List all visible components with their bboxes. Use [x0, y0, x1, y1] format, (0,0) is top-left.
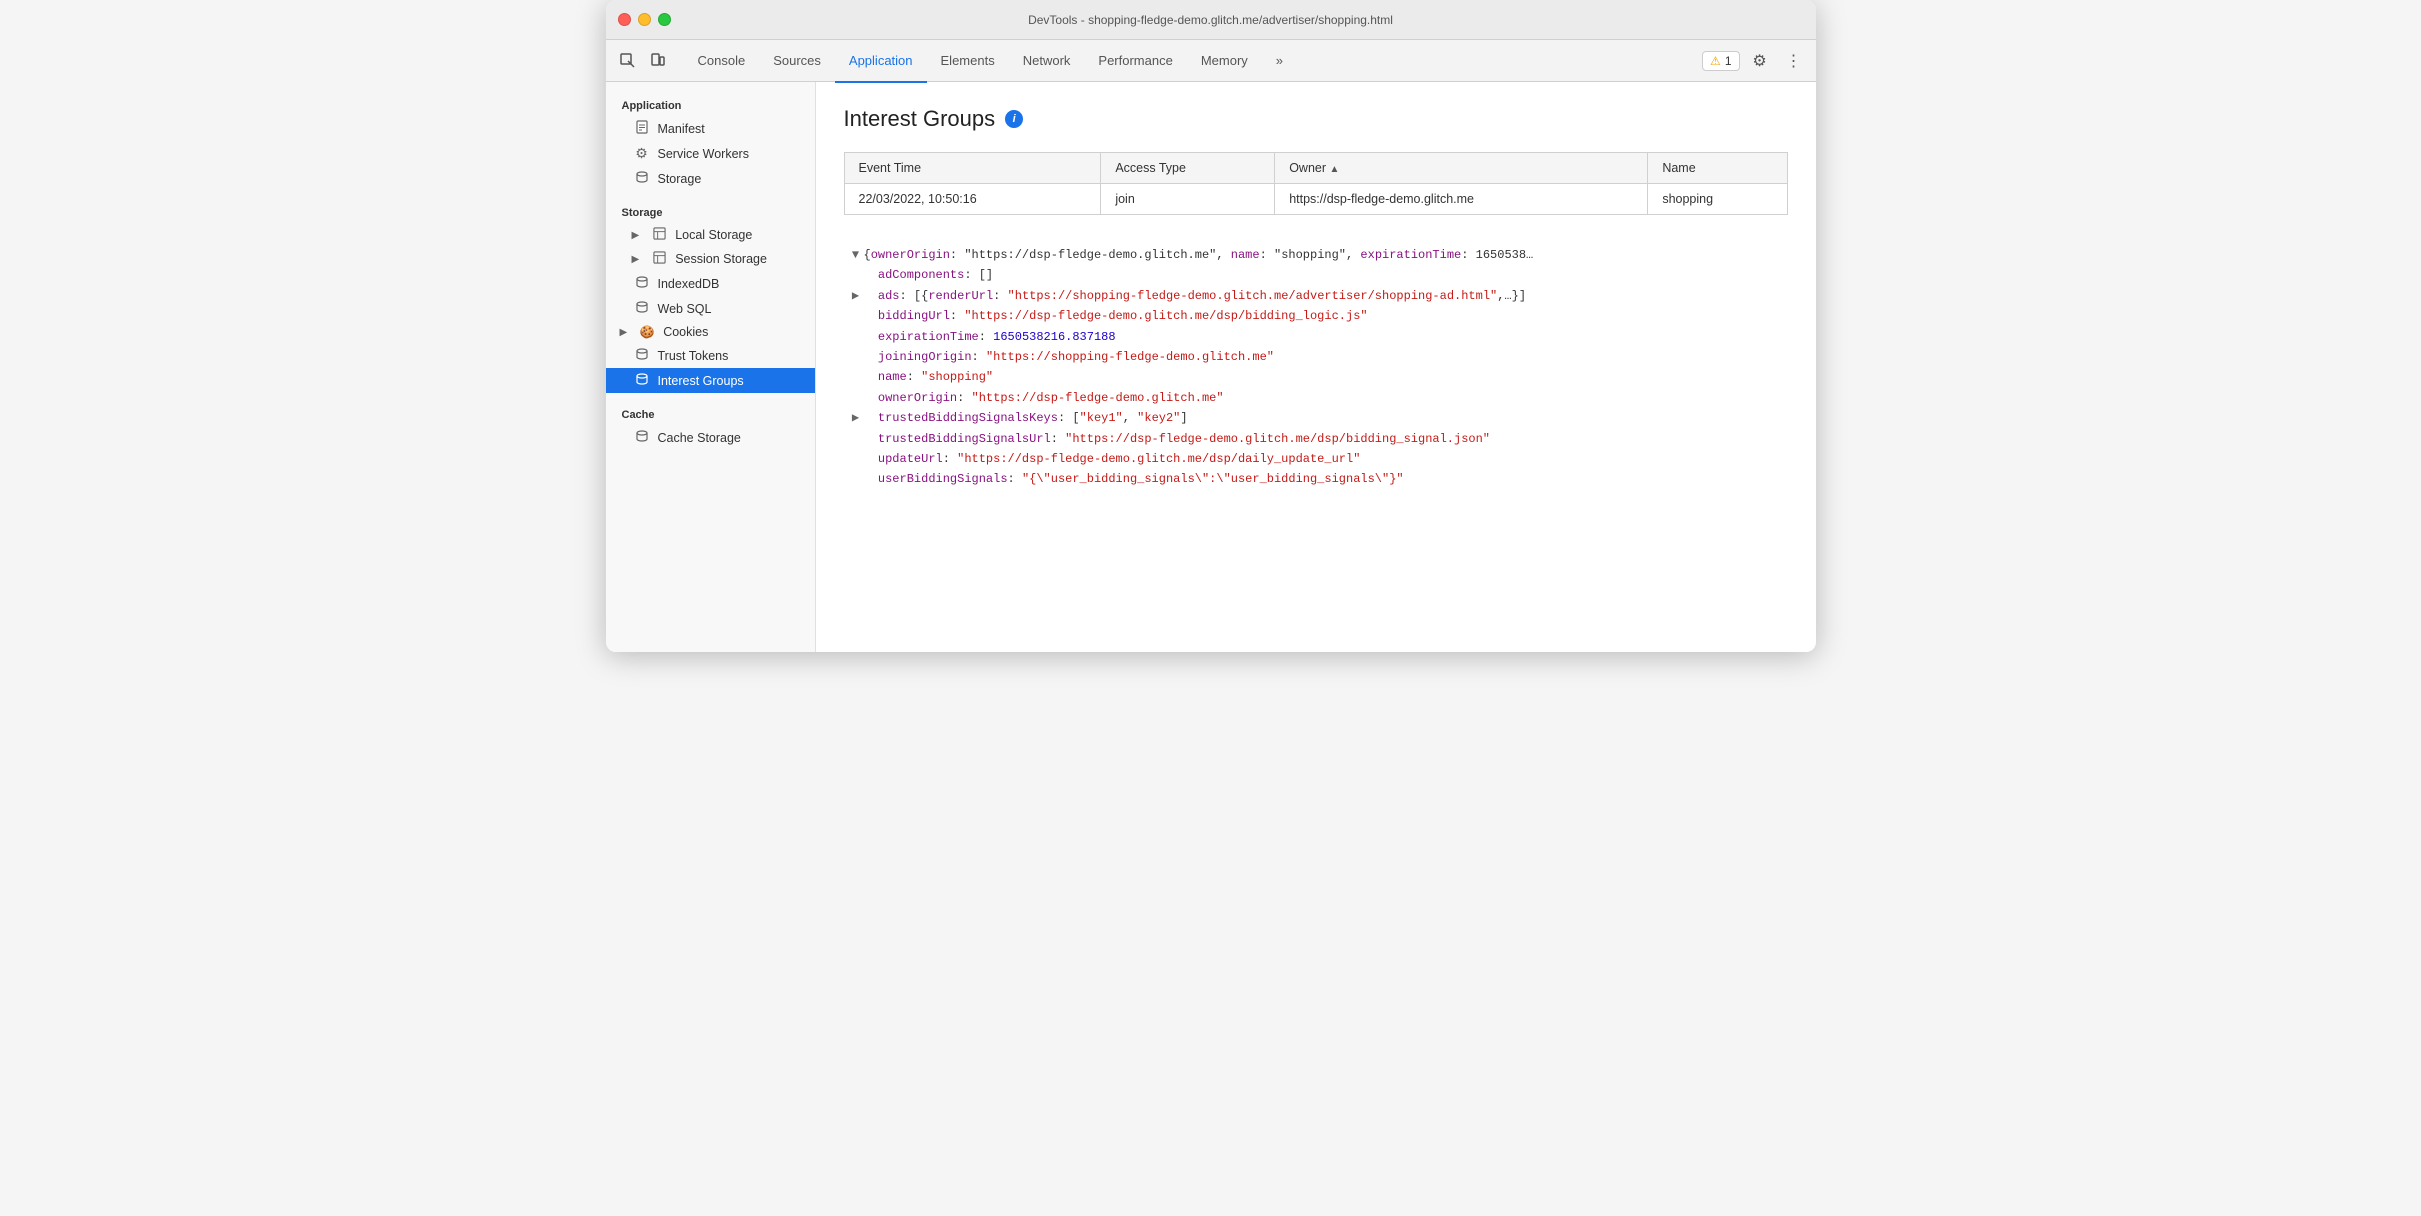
sidebar-item-cache-storage[interactable]: Cache Storage — [606, 425, 815, 450]
json-toggle-root[interactable]: ▼ — [848, 245, 864, 265]
local-storage-label: Local Storage — [675, 228, 752, 242]
toolbar-right: ⚠ 1 ⚙ ⋮ — [1702, 47, 1807, 75]
col-owner[interactable]: Owner ▲ — [1275, 153, 1648, 184]
devtools-window: DevTools - shopping-fledge-demo.glitch.m… — [606, 0, 1816, 652]
sidebar-item-cookies[interactable]: ▶ 🍪 Cookies — [606, 321, 815, 343]
settings-button[interactable]: ⚙ — [1746, 47, 1774, 75]
indexeddb-label: IndexedDB — [658, 277, 720, 291]
manifest-icon — [634, 120, 650, 137]
cell-access-type: join — [1101, 184, 1275, 215]
sidebar-item-indexeddb[interactable]: IndexedDB — [606, 271, 815, 296]
sidebar-section-storage: Storage — [606, 201, 815, 223]
local-storage-icon — [651, 227, 667, 243]
sort-arrow-owner: ▲ — [1329, 164, 1339, 175]
sidebar-section-application: Application — [606, 94, 815, 116]
session-storage-label: Session Storage — [675, 252, 767, 266]
json-viewer: ▼ { ownerOrigin : "https://dsp-fledge-de… — [844, 235, 1788, 500]
cache-storage-icon — [634, 429, 650, 446]
cell-event-time: 22/03/2022, 10:50:16 — [844, 184, 1101, 215]
warning-icon: ⚠ — [1710, 54, 1721, 68]
interest-groups-label: Interest Groups — [658, 374, 744, 388]
interest-groups-table: Event Time Access Type Owner ▲ Name 22/0… — [844, 152, 1788, 215]
window-title: DevTools - shopping-fledge-demo.glitch.m… — [1028, 13, 1393, 27]
json-line-updateurl[interactable]: updateUrl : "https://dsp-fledge-demo.gli… — [844, 449, 1788, 469]
cell-name: shopping — [1648, 184, 1787, 215]
json-line-ownerorigin[interactable]: ownerOrigin : "https://dsp-fledge-demo.g… — [844, 388, 1788, 408]
sidebar-section-cache: Cache — [606, 403, 815, 425]
toolbar-icon-group — [614, 47, 672, 75]
storage-app-icon — [634, 170, 650, 187]
col-event-time[interactable]: Event Time — [844, 153, 1101, 184]
web-sql-icon — [634, 300, 650, 317]
table-row: 22/03/2022, 10:50:16 join https://dsp-fl… — [844, 184, 1787, 215]
cell-owner: https://dsp-fledge-demo.glitch.me — [1275, 184, 1648, 215]
sidebar-item-storage-app[interactable]: Storage — [606, 166, 815, 191]
json-line-name[interactable]: name : "shopping" — [844, 367, 1788, 387]
sidebar-item-session-storage[interactable]: ▶ Session Storage — [606, 247, 815, 271]
storage-app-label: Storage — [658, 172, 702, 186]
json-line-userbiddingsignals[interactable]: userBiddingSignals : "{\"user_bidding_si… — [844, 469, 1788, 489]
service-workers-label: Service Workers — [658, 147, 749, 161]
close-button[interactable] — [618, 13, 631, 26]
page-title-row: Interest Groups i — [844, 106, 1788, 132]
warning-badge[interactable]: ⚠ 1 — [1702, 51, 1739, 71]
tab-sources[interactable]: Sources — [759, 41, 835, 83]
tab-memory[interactable]: Memory — [1187, 41, 1262, 83]
sidebar-item-service-workers[interactable]: ⚙ Service Workers — [606, 141, 815, 166]
sidebar-item-trust-tokens[interactable]: Trust Tokens — [606, 343, 815, 368]
minimize-button[interactable] — [638, 13, 651, 26]
toolbar: Console Sources Application Elements Net… — [606, 40, 1816, 82]
tab-network[interactable]: Network — [1009, 41, 1085, 83]
page-title: Interest Groups — [844, 106, 996, 132]
interest-groups-icon — [634, 372, 650, 389]
session-storage-arrow: ▶ — [632, 254, 640, 265]
tab-performance[interactable]: Performance — [1084, 41, 1186, 83]
maximize-button[interactable] — [658, 13, 671, 26]
col-access-type[interactable]: Access Type — [1101, 153, 1275, 184]
tab-bar: Console Sources Application Elements Net… — [684, 40, 1699, 82]
sidebar: Application Manifest ⚙ Service Workers — [606, 82, 816, 652]
warning-count: 1 — [1725, 54, 1732, 68]
service-workers-icon: ⚙ — [634, 145, 650, 162]
device-toolbar-button[interactable] — [644, 47, 672, 75]
info-icon[interactable]: i — [1005, 110, 1023, 128]
json-line-trustedbiddingkeys[interactable]: ▶ trustedBiddingSignalsKeys : [ "key1" ,… — [844, 408, 1788, 428]
sidebar-item-manifest[interactable]: Manifest — [606, 116, 815, 141]
cookies-arrow: ▶ — [620, 327, 628, 338]
tab-more[interactable]: » — [1262, 41, 1297, 83]
sidebar-item-local-storage[interactable]: ▶ Local Storage — [606, 223, 815, 247]
json-line-ads[interactable]: ▶ ads : [{ renderUrl : "https://shopping… — [844, 286, 1788, 306]
json-line-expiration[interactable]: expirationTime : 1650538216.837188 — [844, 327, 1788, 347]
json-line-biddingurl[interactable]: biddingUrl : "https://dsp-fledge-demo.gl… — [844, 306, 1788, 326]
cookies-label: Cookies — [663, 325, 708, 339]
trust-tokens-icon — [634, 347, 650, 364]
content-area: Interest Groups i Event Time Access Type… — [816, 82, 1816, 652]
trust-tokens-label: Trust Tokens — [658, 349, 729, 363]
cookies-icon: 🍪 — [639, 325, 655, 339]
traffic-lights — [618, 13, 671, 26]
local-storage-arrow: ▶ — [632, 230, 640, 241]
json-toggle-trustedbiddingkeys[interactable]: ▶ — [848, 408, 864, 428]
sidebar-item-interest-groups[interactable]: Interest Groups — [606, 368, 815, 393]
tab-application[interactable]: Application — [835, 41, 927, 83]
titlebar: DevTools - shopping-fledge-demo.glitch.m… — [606, 0, 1816, 40]
session-storage-icon — [651, 251, 667, 267]
more-options-button[interactable]: ⋮ — [1780, 47, 1808, 75]
json-line-trustedbiddingurl[interactable]: trustedBiddingSignalsUrl : "https://dsp-… — [844, 429, 1788, 449]
json-line-adcomponents[interactable]: adComponents : [] — [844, 265, 1788, 285]
sidebar-item-web-sql[interactable]: Web SQL — [606, 296, 815, 321]
json-line-joiningorigin[interactable]: joiningOrigin : "https://shopping-fledge… — [844, 347, 1788, 367]
cache-storage-label: Cache Storage — [658, 431, 741, 445]
json-line-root[interactable]: ▼ { ownerOrigin : "https://dsp-fledge-de… — [844, 245, 1788, 265]
json-toggle-ads[interactable]: ▶ — [848, 286, 864, 306]
main-layout: Application Manifest ⚙ Service Workers — [606, 82, 1816, 652]
col-name[interactable]: Name — [1648, 153, 1787, 184]
web-sql-label: Web SQL — [658, 302, 712, 316]
inspect-tool-button[interactable] — [614, 47, 642, 75]
manifest-label: Manifest — [658, 122, 705, 136]
tab-console[interactable]: Console — [684, 41, 760, 83]
tab-elements[interactable]: Elements — [927, 41, 1009, 83]
indexeddb-icon — [634, 275, 650, 292]
